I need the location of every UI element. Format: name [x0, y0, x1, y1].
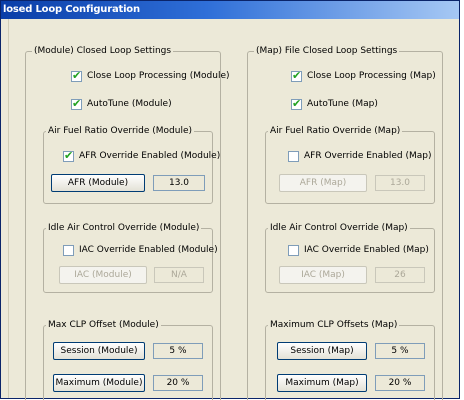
afr-module-value: 13.0 [153, 175, 205, 191]
maximum-map-value: 20 % [375, 375, 425, 391]
iac-module-value: N/A [154, 267, 204, 283]
iac-override-map-title: Idle Air Control Override (Map) [268, 222, 410, 234]
afr-override-map-group: Air Fuel Ratio Override (Map) [265, 125, 435, 204]
session-module-value: 5 % [153, 343, 203, 359]
checkbox-box[interactable]: ✔ [63, 149, 74, 162]
close-loop-processing-map-checkbox[interactable]: ✔ Close Loop Processing (Map) [291, 69, 436, 83]
afr-module-button[interactable]: AFR (Module) [51, 174, 145, 192]
session-map-button[interactable]: Session (Map) [277, 342, 367, 360]
afr-override-enabled-map-checkbox[interactable]: AFR Override Enabled (Map) [288, 150, 432, 163]
checkbox-box[interactable] [63, 245, 74, 256]
afr-override-module-group: Air Fuel Ratio Override (Module) [43, 125, 213, 204]
autotune-module-checkbox[interactable]: ✔ AutoTune (Module) [71, 97, 172, 111]
checkbox-box[interactable]: ✔ [71, 97, 82, 110]
checkbox-box[interactable]: ✔ [71, 69, 82, 82]
checkbox-label: AFR Override Enabled (Map) [304, 151, 432, 161]
module-closed-loop-settings-title: (Module) Closed Loop Settings [32, 45, 174, 57]
title-bar[interactable]: losed Loop Configuration [1, 1, 459, 19]
checkmark-icon: ✔ [292, 69, 302, 82]
closed-loop-configuration-window: losed Loop Configuration (Module) Closed… [0, 0, 460, 400]
iac-override-enabled-map-checkbox[interactable]: IAC Override Enabled (Map) [288, 244, 429, 257]
session-map-value: 5 % [375, 343, 425, 359]
checkbox-label: AutoTune (Module) [87, 99, 172, 109]
iac-map-value: 26 [375, 267, 425, 283]
checkmark-icon: ✔ [292, 97, 302, 110]
checkbox-box[interactable]: ✔ [291, 97, 302, 110]
iac-map-button[interactable]: IAC (Map) [279, 266, 367, 284]
close-loop-processing-module-checkbox[interactable]: ✔ Close Loop Processing (Module) [71, 69, 230, 83]
maximum-module-value: 20 % [153, 375, 203, 391]
window-title: losed Loop Configuration [3, 4, 140, 15]
afr-override-map-title: Air Fuel Ratio Override (Map) [268, 125, 403, 137]
max-clp-offset-module-title: Max CLP Offset (Module) [46, 319, 161, 331]
iac-module-button[interactable]: IAC (Module) [59, 266, 147, 284]
iac-override-module-title: Idle Air Control Override (Module) [46, 222, 202, 234]
checkbox-label: Close Loop Processing (Map) [307, 71, 436, 81]
maximum-clp-offsets-map-title: Maximum CLP Offsets (Map) [268, 319, 400, 331]
maximum-map-button[interactable]: Maximum (Map) [277, 374, 367, 392]
maximum-module-button[interactable]: Maximum (Module) [53, 374, 145, 392]
map-file-closed-loop-settings-title: (Map) File Closed Loop Settings [254, 45, 400, 57]
autotune-map-checkbox[interactable]: ✔ AutoTune (Map) [291, 97, 378, 111]
afr-override-module-title: Air Fuel Ratio Override (Module) [46, 125, 195, 137]
checkbox-box[interactable]: ✔ [291, 69, 302, 82]
checkmark-icon: ✔ [64, 149, 74, 162]
checkbox-label: Close Loop Processing (Module) [87, 71, 230, 81]
checkbox-label: AFR Override Enabled (Module) [79, 151, 221, 161]
iac-override-enabled-module-checkbox[interactable]: IAC Override Enabled (Module) [63, 244, 218, 257]
afr-map-value: 13.0 [375, 175, 425, 191]
checkbox-label: IAC Override Enabled (Module) [79, 245, 218, 255]
checkbox-box[interactable] [288, 151, 299, 162]
afr-override-enabled-module-checkbox[interactable]: ✔ AFR Override Enabled (Module) [63, 149, 221, 163]
afr-map-button[interactable]: AFR (Map) [279, 174, 367, 192]
window-left-edge [1, 19, 9, 398]
session-module-button[interactable]: Session (Module) [53, 342, 145, 360]
checkbox-box[interactable] [288, 245, 299, 256]
checkbox-label: AutoTune (Map) [307, 99, 378, 109]
checkmark-icon: ✔ [72, 69, 82, 82]
checkmark-icon: ✔ [72, 97, 82, 110]
checkbox-label: IAC Override Enabled (Map) [304, 245, 429, 255]
